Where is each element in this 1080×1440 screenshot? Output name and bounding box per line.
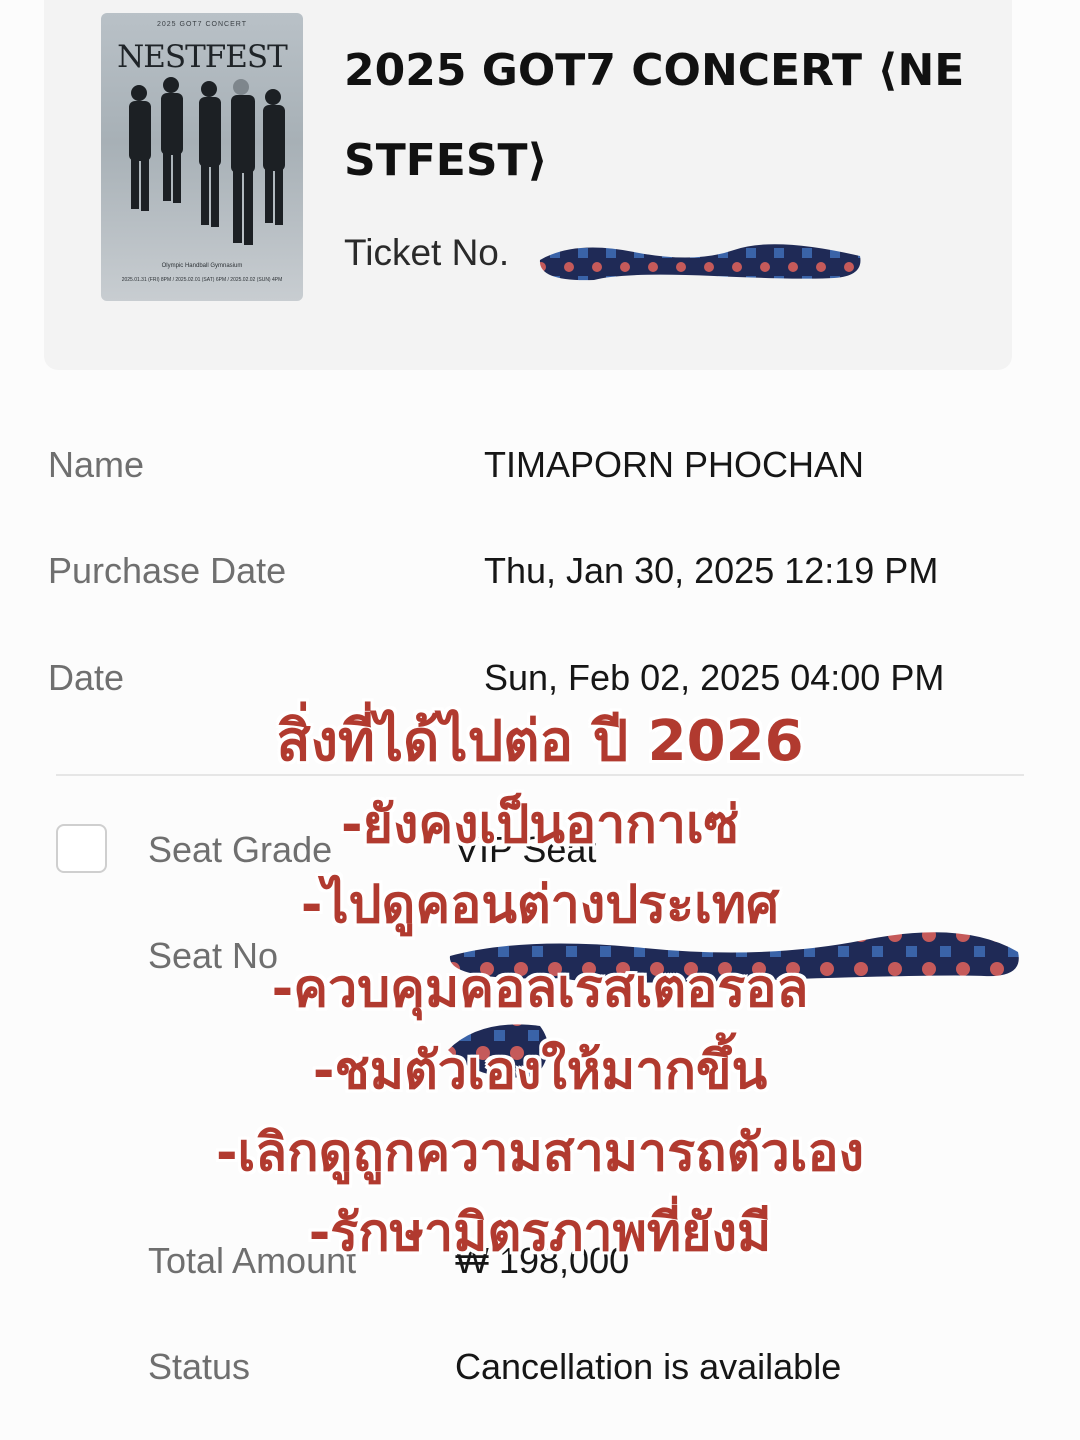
overlay-line: -ยังคงเป็นอากาเซ่ [340,795,740,855]
date-value: Sun, Feb 02, 2025 04:00 PM [484,657,945,698]
overlay-title: สิ่งที่ได้ไปต่อ ปี 2026 [276,709,804,774]
concert-poster: 2025 GOT7 CONCERT NESTFEST Olympic Handb… [101,13,303,301]
overlay-line: -ชมตัวเองให้มากขึ้น [312,1041,768,1101]
poster-logo: NESTFEST [117,39,288,75]
status-label: Status [148,1346,251,1387]
overlay-line: -เลิกดูถูกความสามารถตัวเอง [215,1123,865,1183]
overlay-line: -รักษามิตรภาพที่ยังมี [308,1203,772,1263]
poster-top-text: 2025 GOT7 CONCERT [156,21,247,28]
concert-title: 2025 GOT7 CONCERT ⟨NESTFEST⟩ [344,45,965,186]
purchase-date-label: Purchase Date [48,550,287,591]
purchase-date-value: Thu, Jan 30, 2025 12:19 PM [484,550,939,591]
ticket-no-label: Ticket No. [344,232,510,273]
poster-venue: Olympic Handball Gymnasium [161,263,243,269]
overlay-line: -ไปดูคอนต่างประเทศ [300,875,780,935]
poster-dates: 2025.01.31 (FRI) 8PM / 2025.02.01 (SAT) … [121,277,283,283]
overlay-line: -ควบคุมคอลเรสเตอรอล [271,959,809,1019]
status-value: Cancellation is available [455,1346,842,1387]
date-label: Date [48,657,125,698]
name-value: TIMAPORN PHOCHAN [484,444,865,485]
redaction-scribble-icon [539,244,861,281]
name-label: Name [48,444,145,485]
